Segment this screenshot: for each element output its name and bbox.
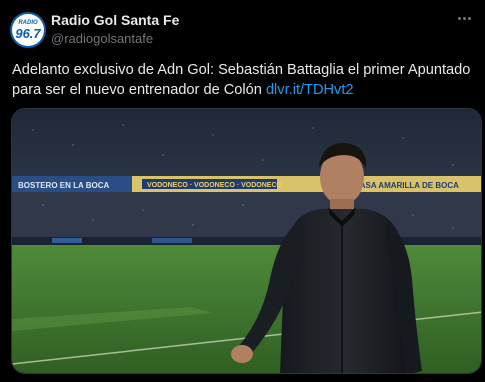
stadium-photo: BOSTERO EN LA BOCA VODONECO · VODONECO ·…	[12, 109, 481, 373]
more-icon-dot	[462, 16, 466, 20]
user-handle[interactable]: @radiogolsantafe	[51, 31, 153, 46]
tweet-body: Adelanto exclusivo de Adn Gol: Sebastián…	[12, 62, 471, 98]
avatar-logo: RADIO 96.7	[12, 14, 44, 46]
tweet-photo[interactable]: BOSTERO EN LA BOCA VODONECO · VODONECO ·…	[11, 108, 482, 374]
more-icon-dot	[467, 16, 471, 20]
display-name[interactable]: Radio Gol Santa Fe	[51, 12, 179, 28]
banner-text-middle: VODONECO · VODONECO · VODONECO	[147, 182, 283, 189]
more-icon[interactable]	[453, 10, 475, 26]
banner-text-left: BOSTERO EN LA BOCA	[18, 181, 109, 190]
tweet-card[interactable]: RADIO 96.7 Radio Gol Santa Fe @radiogols…	[0, 0, 485, 382]
tweet-link[interactable]: dlvr.it/TDHvt2	[266, 82, 354, 98]
avatar[interactable]: RADIO 96.7	[10, 12, 46, 48]
tweet-text: Adelanto exclusivo de Adn Gol: Sebastián…	[12, 60, 478, 100]
banner-text-right: CASA AMARILLA DE BOCA	[354, 181, 459, 190]
more-icon-dot	[457, 16, 461, 20]
avatar-logo-number: 96.7	[15, 26, 41, 41]
